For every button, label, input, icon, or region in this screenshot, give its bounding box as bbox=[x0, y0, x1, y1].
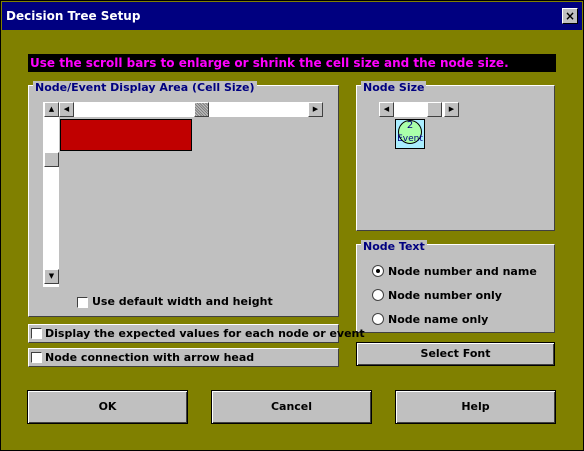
radio-label-name-only: Node name only bbox=[388, 313, 489, 326]
expected-values-row: Display the expected values for each nod… bbox=[28, 324, 365, 343]
radio-node-number-and-name[interactable] bbox=[372, 265, 384, 277]
node-size-thumb[interactable] bbox=[427, 102, 442, 117]
ok-button[interactable]: OK bbox=[27, 390, 188, 424]
cell-preview-area: ◀ ▶ ▲ ▼ bbox=[43, 102, 323, 287]
vertical-scroll-thumb[interactable] bbox=[44, 152, 59, 167]
scroll-right-button[interactable]: ▶ bbox=[308, 102, 323, 117]
expected-values-label: Display the expected values for each nod… bbox=[45, 327, 365, 340]
scroll-down-button[interactable]: ▼ bbox=[44, 269, 59, 284]
arrow-head-label: Node connection with arrow head bbox=[45, 351, 255, 364]
radio-node-number-only[interactable] bbox=[372, 289, 384, 301]
arrow-head-row: Node connection with arrow head bbox=[28, 348, 339, 367]
scroll-up-button[interactable]: ▲ bbox=[44, 102, 59, 117]
instruction-banner: Use the scroll bars to enlarge or shrink… bbox=[28, 54, 556, 72]
radio-label-number-only: Node number only bbox=[388, 289, 502, 302]
horizontal-scroll-thumb[interactable] bbox=[194, 102, 209, 117]
horizontal-scrollbar[interactable] bbox=[59, 102, 323, 117]
scroll-left-button[interactable]: ◀ bbox=[59, 102, 74, 117]
display-area-panel: Node/Event Display Area (Cell Size) ◀ ▶ … bbox=[28, 81, 339, 317]
display-area-title: Node/Event Display Area (Cell Size) bbox=[33, 81, 257, 94]
node-preview: 2 Event bbox=[395, 119, 425, 149]
node-label: Event bbox=[397, 134, 423, 144]
cancel-button[interactable]: Cancel bbox=[211, 390, 372, 424]
decision-tree-setup-dialog: Decision Tree Setup × Use the scroll bar… bbox=[0, 0, 584, 451]
node-size-left-button[interactable]: ◀ bbox=[379, 102, 394, 117]
arrow-head-checkbox[interactable] bbox=[31, 352, 42, 363]
title-bar: Decision Tree Setup × bbox=[2, 2, 582, 30]
radio-label-number-and-name: Node number and name bbox=[388, 265, 537, 278]
node-text-panel: Node Text Node number and name Node numb… bbox=[356, 240, 555, 333]
node-size-right-button[interactable]: ▶ bbox=[444, 102, 459, 117]
use-default-size-label: Use default width and height bbox=[92, 295, 273, 308]
vertical-scrollbar[interactable] bbox=[43, 102, 59, 287]
help-button[interactable]: Help bbox=[395, 390, 556, 424]
node-size-title: Node Size bbox=[361, 81, 427, 94]
use-default-size-checkbox[interactable] bbox=[77, 297, 88, 308]
node-size-panel: Node Size ◀ ▶ 2 Event bbox=[356, 81, 555, 231]
cell-size-preview bbox=[60, 119, 192, 151]
node-number: 2 bbox=[406, 120, 414, 131]
window-title: Decision Tree Setup bbox=[6, 9, 141, 23]
expected-values-checkbox[interactable] bbox=[31, 328, 42, 339]
select-font-button[interactable]: Select Font bbox=[356, 342, 555, 366]
node-text-title: Node Text bbox=[361, 240, 427, 253]
close-button[interactable]: × bbox=[562, 8, 578, 24]
radio-node-name-only[interactable] bbox=[372, 313, 384, 325]
